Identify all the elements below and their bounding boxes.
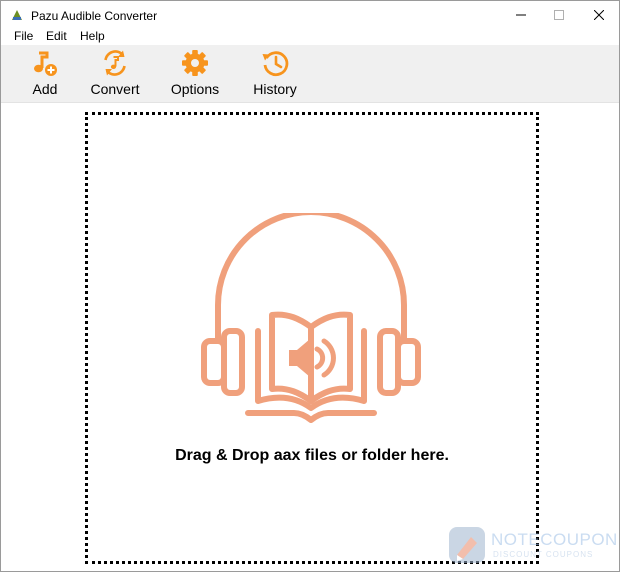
menu-bar: File Edit Help — [1, 29, 619, 45]
title-bar[interactable]: Pazu Audible Converter — [1, 1, 619, 29]
toolbar: Add Convert Options History — [1, 45, 619, 103]
window-title: Pazu Audible Converter — [31, 9, 158, 23]
drop-zone[interactable]: Drag & Drop aax files or folder here. — [85, 112, 539, 564]
menu-help[interactable]: Help — [80, 29, 105, 43]
convert-button[interactable]: Convert — [85, 49, 145, 99]
app-window: Pazu Audible Converter File Edit Help Ad… — [0, 0, 620, 572]
watermark-text: NOTECOUPON — [491, 530, 618, 549]
headphones-audiobook-icon — [201, 213, 421, 423]
maximize-button[interactable] — [537, 1, 581, 29]
maximize-icon — [554, 10, 564, 20]
watermark: NOTECOUPON DISCOUNT COUPONS — [447, 525, 618, 565]
add-button-label: Add — [32, 81, 58, 97]
close-icon — [594, 10, 604, 20]
watermark-logo-icon — [449, 527, 485, 563]
convert-button-label: Convert — [90, 81, 140, 97]
history-button[interactable]: History — [245, 49, 305, 99]
history-button-label: History — [253, 81, 297, 97]
menu-file[interactable]: File — [14, 29, 33, 43]
options-button-label: Options — [170, 81, 220, 97]
history-icon — [262, 51, 289, 77]
options-button[interactable]: Options — [165, 49, 225, 99]
minimize-icon — [516, 14, 526, 16]
convert-icon — [104, 50, 126, 76]
menu-edit[interactable]: Edit — [46, 29, 67, 43]
music-add-icon — [34, 51, 57, 76]
app-icon — [12, 10, 22, 20]
gear-icon — [182, 50, 208, 76]
close-button[interactable] — [577, 1, 619, 29]
watermark-subtext: DISCOUNT COUPONS — [493, 550, 594, 559]
add-button[interactable]: Add — [29, 49, 61, 99]
drop-instruction: Drag & Drop aax files or folder here. — [175, 447, 449, 464]
